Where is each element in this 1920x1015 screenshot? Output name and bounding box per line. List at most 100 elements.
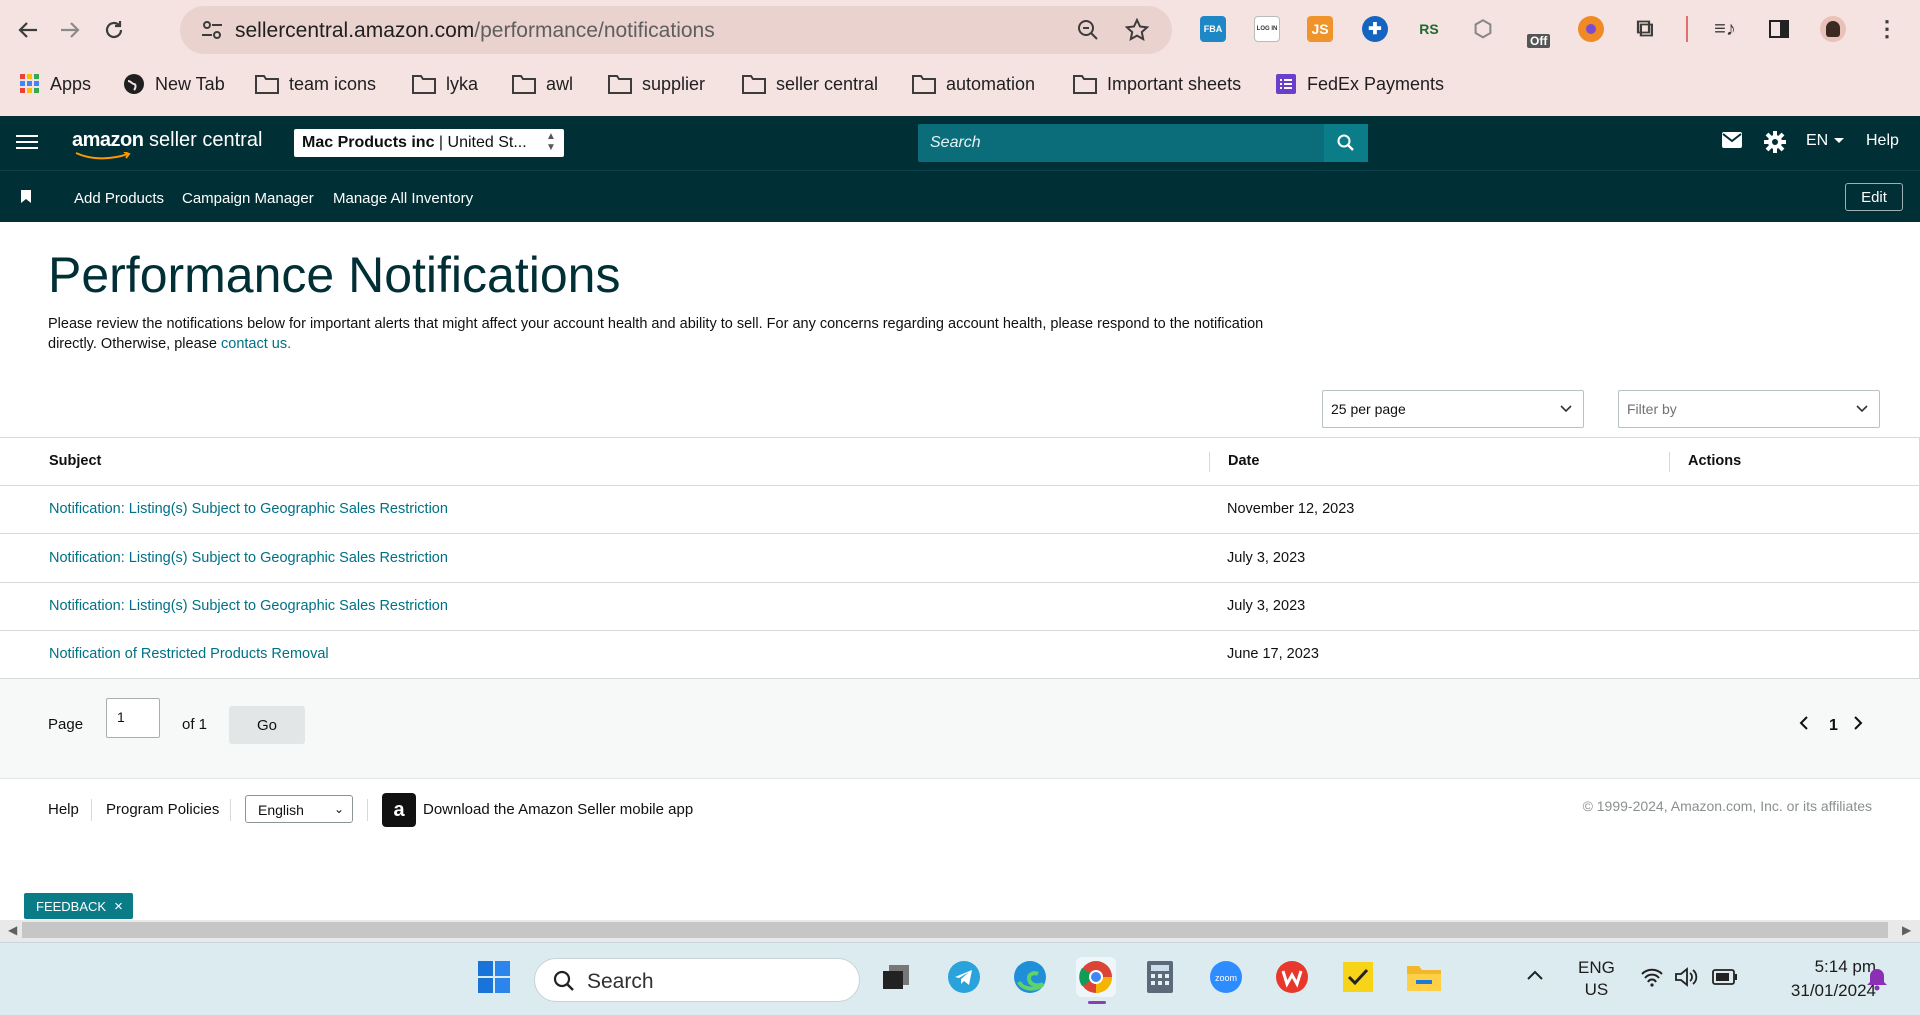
notification-subject-link[interactable]: Notification of Restricted Products Remo… (49, 646, 329, 662)
chevron-down-icon (1560, 405, 1572, 413)
keyboard-language-indicator[interactable]: ENG US (1578, 957, 1615, 1001)
extensions-puzzle-icon[interactable]: ⧉ (1632, 15, 1658, 42)
table-row: Notification: Listing(s) Subject to Geog… (0, 583, 1920, 631)
column-header-date[interactable]: Date (1228, 453, 1259, 469)
filter-by-select[interactable]: Filter by (1618, 390, 1880, 428)
subnav-add-products[interactable]: Add Products (74, 190, 164, 207)
contact-us-link[interactable]: contact us. (221, 336, 291, 352)
forward-arrow-icon (61, 22, 80, 38)
folder-icon (912, 74, 936, 94)
close-icon[interactable]: × (114, 898, 123, 915)
windows-start-icon[interactable] (474, 957, 514, 997)
column-header-actions: Actions (1688, 453, 1742, 469)
horizontal-scrollbar[interactable]: ◀ ▶ (0, 920, 1920, 942)
chevron-right-icon[interactable] (1852, 715, 1864, 731)
notification-subject-link[interactable]: Notification: Listing(s) Subject to Geog… (49, 598, 448, 614)
off-extension-icon[interactable]: Off (1525, 16, 1551, 48)
bookmark-seller-central[interactable]: seller central (742, 70, 878, 98)
messages-button[interactable] (1722, 132, 1742, 148)
column-header-subject[interactable]: Subject (49, 453, 101, 469)
task-view-icon[interactable] (876, 957, 916, 997)
chevron-left-icon[interactable] (1798, 715, 1810, 731)
cube-extension-icon[interactable]: ⬡ (1470, 16, 1496, 42)
bookmark-automation[interactable]: automation (912, 70, 1035, 98)
language-dropdown[interactable]: EN (1806, 132, 1845, 150)
notification-bell-icon[interactable] (1866, 967, 1888, 996)
footer-program-policies-link[interactable]: Program Policies (106, 801, 219, 818)
subnav-campaign-manager[interactable]: Campaign Manager (182, 190, 314, 207)
site-settings-icon[interactable] (200, 19, 224, 41)
taskbar-clock[interactable]: 5:14 pm 31/01/2024 (1760, 955, 1876, 1003)
seller-central-subnav: Add Products Campaign Manager Manage All… (0, 170, 1920, 222)
scroll-left-icon[interactable]: ◀ (8, 923, 17, 937)
page-label: Page (48, 716, 84, 733)
profile-avatar[interactable] (1820, 16, 1846, 42)
file-explorer-icon[interactable] (1404, 957, 1444, 997)
battery-icon[interactable] (1712, 969, 1738, 990)
notification-date: November 12, 2023 (1227, 501, 1355, 517)
login-extension-icon[interactable]: LOG IN (1254, 16, 1280, 42)
media-control-icon[interactable]: ≡♪ (1712, 16, 1738, 42)
bookmark-icon[interactable] (21, 190, 31, 203)
notification-subject-link[interactable]: Notification: Listing(s) Subject to Geog… (49, 550, 448, 566)
header-search-input[interactable]: Search (918, 124, 1324, 162)
rs-extension-icon[interactable]: RS (1416, 16, 1442, 42)
edit-nav-button[interactable]: Edit (1845, 183, 1903, 211)
calculator-icon[interactable] (1140, 957, 1180, 997)
puzzle-blue-extension-icon[interactable]: ✚ (1362, 16, 1388, 42)
volume-icon[interactable] (1674, 967, 1698, 992)
help-link[interactable]: Help (1866, 132, 1899, 150)
zoom-app-icon[interactable]: zoom (1206, 957, 1246, 997)
firefox-extension-icon[interactable] (1578, 16, 1604, 42)
folder-icon (412, 74, 436, 94)
chevron-up-icon[interactable] (1526, 968, 1544, 986)
per-page-select[interactable]: 25 per page (1322, 390, 1584, 428)
forward-button[interactable] (50, 10, 90, 50)
feedback-button[interactable]: FEEDBACK × (24, 893, 133, 919)
amazon-seller-central-logo[interactable]: amazon seller central (72, 129, 262, 160)
amazon-seller-app-icon[interactable]: a (382, 793, 416, 827)
current-page-number[interactable]: 1 (1829, 717, 1838, 735)
address-bar[interactable]: sellercentral.amazon.com/performance/not… (180, 6, 1172, 54)
bookmark-apps[interactable]: Apps (20, 70, 91, 98)
bookmark-awl[interactable]: awl (512, 70, 573, 98)
reload-button[interactable] (94, 10, 134, 50)
footer-language-select[interactable]: English ⌄ (245, 795, 353, 823)
edge-browser-icon[interactable] (1010, 957, 1050, 997)
scroll-right-icon[interactable]: ▶ (1902, 923, 1911, 937)
bookmark-fedex-payments[interactable]: FedEx Payments (1275, 70, 1444, 98)
bookmark-star-icon[interactable] (1124, 17, 1150, 43)
account-switcher[interactable]: Mac Products inc | United St... ▲ ▼ (294, 129, 564, 157)
svg-text:zoom: zoom (1215, 973, 1237, 983)
hamburger-menu-icon[interactable] (16, 131, 38, 153)
taskbar-search[interactable]: Search (534, 958, 860, 1002)
mail-icon (1722, 132, 1742, 148)
subnav-manage-all-inventory[interactable]: Manage All Inventory (333, 190, 473, 207)
download-app-link[interactable]: Download the Amazon Seller mobile app (423, 801, 693, 818)
header-search-button[interactable] (1324, 124, 1368, 162)
browser-menu-icon[interactable]: ⋮ (1874, 16, 1900, 42)
wps-office-icon[interactable] (1272, 957, 1312, 997)
footer-help-link[interactable]: Help (48, 801, 79, 818)
notification-subject-link[interactable]: Notification: Listing(s) Subject to Geog… (49, 501, 448, 517)
settings-button[interactable] (1764, 131, 1786, 153)
zoom-icon[interactable] (1075, 17, 1101, 43)
table-header-row: Subject Date Actions (0, 438, 1920, 486)
bookmark-team-icons[interactable]: team icons (255, 70, 376, 98)
bookmark-new-tab[interactable]: New Tab (123, 70, 225, 98)
js-extension-icon[interactable]: JS (1307, 16, 1333, 42)
page-number-input[interactable]: 1 (106, 698, 160, 738)
scrollbar-thumb[interactable] (22, 922, 1888, 938)
wifi-icon[interactable] (1640, 967, 1664, 992)
back-button[interactable] (8, 10, 48, 50)
fba-extension-icon[interactable]: FBA (1200, 16, 1226, 42)
go-button[interactable]: Go (229, 706, 305, 744)
chrome-browser-icon[interactable] (1076, 957, 1116, 1004)
side-panel-icon[interactable] (1766, 16, 1792, 42)
bookmark-lyka[interactable]: lyka (412, 70, 478, 98)
telegram-icon[interactable] (944, 957, 984, 997)
sticky-notes-icon[interactable] (1338, 957, 1378, 997)
bookmark-important-sheets[interactable]: Important sheets (1073, 70, 1241, 98)
copyright-text: © 1999-2024, Amazon.com, Inc. or its aff… (1582, 798, 1872, 814)
bookmark-supplier[interactable]: supplier (608, 70, 705, 98)
